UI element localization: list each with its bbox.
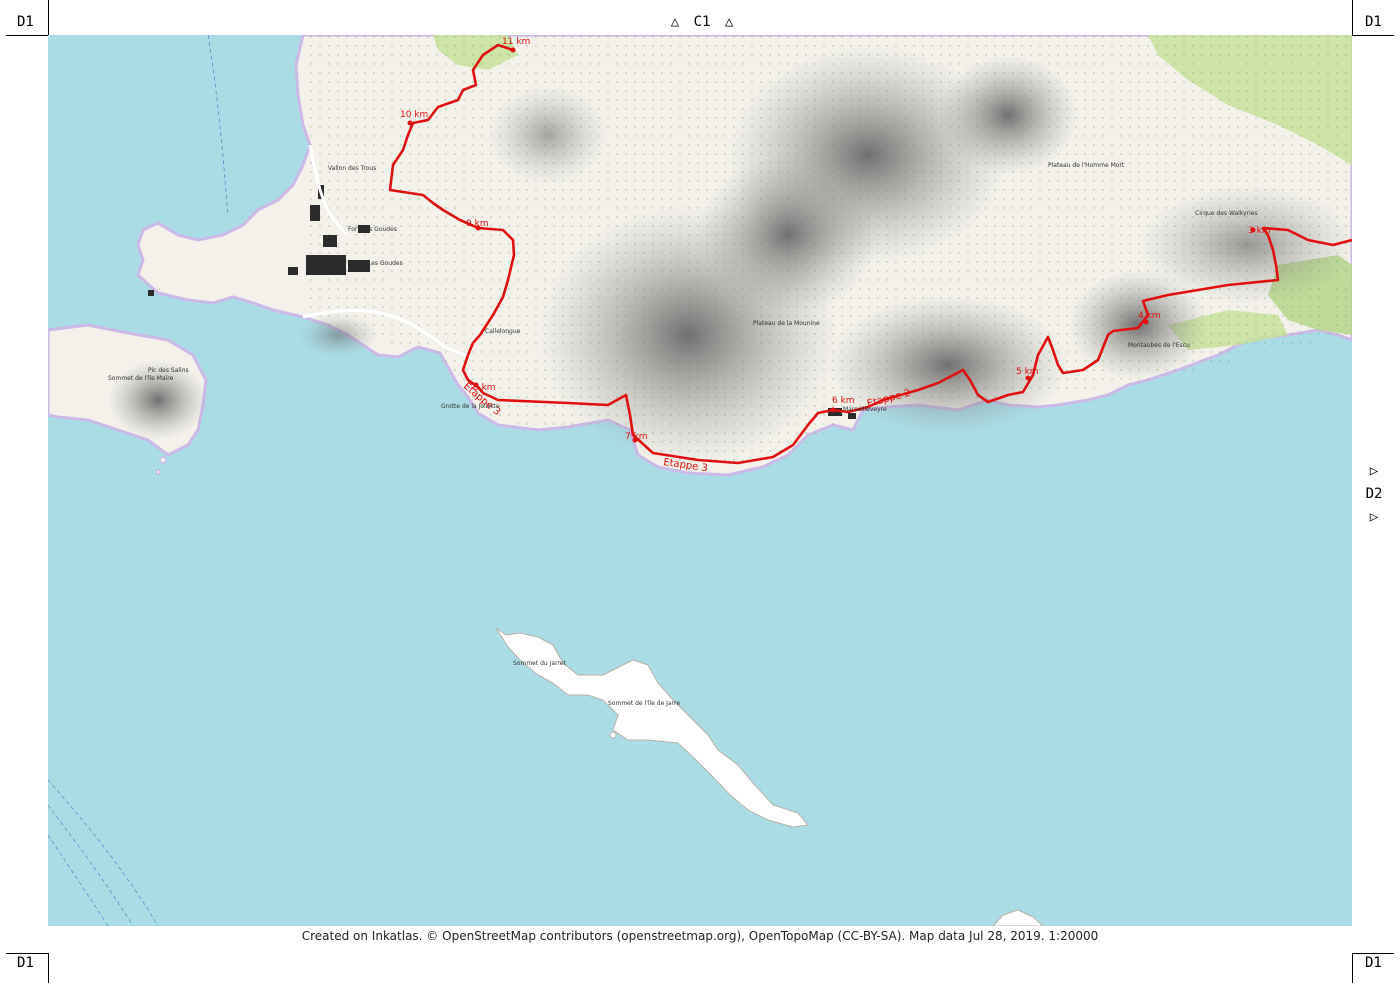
frame-line-top-left: [6, 35, 48, 36]
map-view[interactable]: 11 km 10 km 9 km 8 km 7 km 6 km 5 km 4 k…: [48, 35, 1352, 926]
frame-line-left-bottom: [48, 953, 49, 983]
place-label: Grotte de la Joliette: [441, 403, 500, 410]
place-label: Montaubes de l'Escu: [1128, 342, 1190, 349]
nav-up-arrow-icon: △: [670, 14, 680, 30]
km-marker-label: 6 km: [832, 396, 855, 406]
km-marker-label: 7 km: [625, 432, 648, 442]
km-marker-dot: [510, 47, 516, 53]
km-marker-dot: [830, 407, 836, 413]
islet: [155, 469, 161, 475]
nav-up-arrow-icon: △: [724, 14, 734, 30]
place-label: Plateau de la Mounine: [753, 320, 820, 327]
nav-right-d2[interactable]: ▷ D2 ▷: [1360, 460, 1388, 529]
place-label: Plateau de l'Homme Mort: [1048, 162, 1125, 169]
place-label: Cirque des Walkyries: [1195, 210, 1258, 217]
frame-line-bottom-right: [1352, 953, 1394, 954]
place-label: Callelongue: [485, 328, 521, 335]
nav-right-arrow-icon: ▷: [1369, 463, 1379, 479]
sea-depth-lines: [48, 35, 229, 926]
frame-line-left-top: [48, 0, 49, 35]
frame-line-right-bottom: [1352, 953, 1353, 983]
km-marker-label: 5 km: [1016, 367, 1039, 377]
place-label: Marseilleveyre: [843, 406, 887, 413]
island-fragment: [992, 909, 1044, 926]
place-label: Fort des Goudes: [348, 226, 397, 233]
place-label: Sommet de l'île de Jarre: [608, 700, 680, 707]
place-label: Vallon des Trous: [328, 165, 376, 172]
corner-label-bottom-right: D1: [1365, 955, 1382, 971]
place-label: Sommet de l'île Maïre: [108, 375, 174, 382]
km-marker-label: 10 km: [400, 110, 428, 120]
km-marker-dot: [407, 120, 413, 126]
corner-label-bottom-left: D1: [17, 955, 34, 971]
frame-line-right-top: [1352, 0, 1353, 35]
frame-line-bottom-left: [6, 953, 48, 954]
km-marker-label: 11 km: [502, 37, 530, 47]
km-marker-label: 9 km: [466, 219, 489, 229]
nav-top-label: C1: [693, 14, 711, 30]
nav-right-label: D2: [1365, 486, 1383, 502]
place-label: Les Goudes: [368, 260, 403, 267]
km-marker-label: 3 km: [1248, 226, 1271, 236]
corner-label-top-left: D1: [17, 14, 34, 30]
frame-line-top-right: [1352, 35, 1394, 36]
nav-top-c1[interactable]: △ C1 △: [662, 14, 742, 30]
islet: [159, 456, 167, 464]
place-label: Sommet du Jarret: [513, 660, 566, 667]
map-credit: Created on Inkatlas. © OpenStreetMap con…: [301, 929, 1099, 943]
island-jarre: [495, 627, 809, 828]
place-label: Pic des Salins: [148, 367, 189, 374]
islet: [609, 731, 617, 739]
km-marker-label: 4 km: [1138, 311, 1161, 321]
nav-right-arrow-icon: ▷: [1369, 509, 1379, 525]
map-canvas: 11 km 10 km 9 km 8 km 7 km 6 km 5 km 4 k…: [48, 35, 1352, 926]
corner-label-top-right: D1: [1365, 14, 1382, 30]
